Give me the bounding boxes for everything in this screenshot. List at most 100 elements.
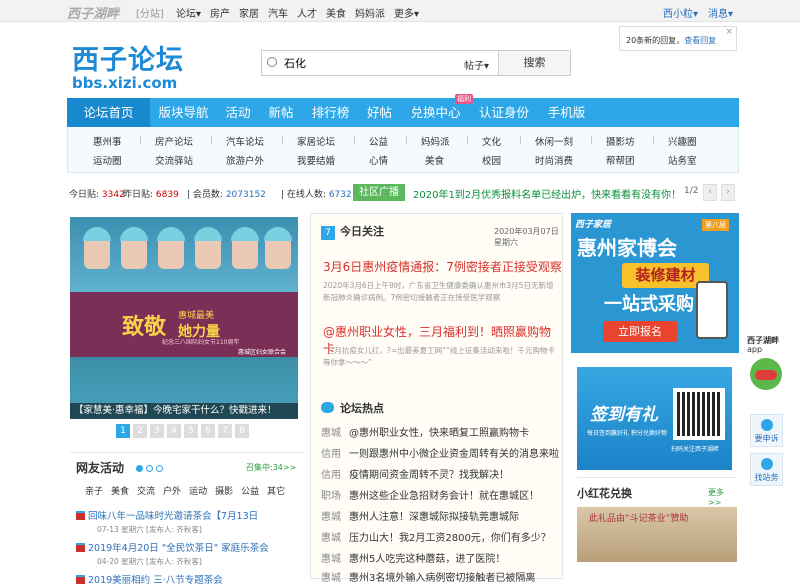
activities-dots[interactable] [136, 462, 166, 475]
today-label: 今日贴: [69, 190, 100, 200]
top-nav-food[interactable]: 美食 [326, 9, 346, 20]
activity-cat[interactable]: 运动 [189, 487, 207, 497]
top-nav-forum[interactable]: 论坛▾ [176, 9, 201, 20]
sub-nav-item[interactable]: 摄影坊 [606, 134, 635, 148]
broadcast-text[interactable]: 2020年1到2月优秀报料名单已经出炉，快来看看有没有你！ [413, 186, 681, 201]
nav-activities[interactable]: 活动 [217, 98, 259, 127]
hot-topic-row[interactable]: 信用 疫情期间资金周转不灵？找我解决！ [321, 466, 509, 481]
top-nav-more[interactable]: 更多▾ [394, 9, 419, 20]
hot-topic-row[interactable]: 惠城 惠州人注意！深惠城际拟接轨莞惠城际 [321, 508, 519, 523]
sub-nav-item[interactable]: 运动圈 [93, 153, 122, 167]
sub-nav-item[interactable]: 惠州事 [93, 134, 122, 148]
nav-mobile[interactable]: 手机版 [538, 98, 595, 127]
expo-ad[interactable]: 西子家居 第八届 惠州家博会 装修建材 一站式采购 立即报名 [571, 213, 739, 353]
activity-cat[interactable]: 其它 [267, 487, 285, 497]
sub-nav-item[interactable]: 妈妈派 [421, 134, 450, 148]
sub-nav-item[interactable]: 休闲一刻 [535, 134, 573, 148]
hot-topic-row[interactable]: 惠城 压力山大！我2月工资2800元，你们有多少？ [321, 529, 551, 544]
close-icon[interactable]: × [725, 27, 733, 37]
gift-image[interactable]: 此礼品由“斗记茶业”赞助 [577, 507, 737, 562]
headline-1[interactable]: 3月6日惠州疫情通报：7例密接者正接受观察 [323, 258, 562, 275]
view-replies-link[interactable]: 查看回复 [684, 36, 716, 45]
app-label: 西子湖畔 [747, 336, 779, 345]
sub-nav-item[interactable]: 家居论坛 [297, 134, 335, 148]
nav-home[interactable]: 论坛首页 [67, 98, 150, 127]
banner-caption[interactable]: 【家慧美·惠幸福】今晚宅家干什么？快戳进来！ [70, 403, 298, 419]
pager-dot[interactable]: 1 [116, 424, 130, 438]
checkin-ad[interactable]: 签到有礼 每日签到赢好礼 积分兑换好物 扫码关注西子湖畔 [577, 367, 732, 470]
activity-cat[interactable]: 户外 [163, 487, 181, 497]
site-logo[interactable]: 西子湖畔 [67, 3, 119, 22]
activity-item[interactable]: 2019年4月20日 "全民饮茶日" 家庭乐茶会 [76, 540, 269, 554]
sub-nav-item[interactable]: 文化 [482, 134, 501, 148]
search-input[interactable] [284, 54, 454, 72]
pager-dot[interactable]: 2 [133, 424, 147, 438]
hot-topic-row[interactable]: 惠城 惠州5人吃完这种蘑菇，进了医院！ [321, 550, 505, 565]
hot-topic-row[interactable]: 职场 惠州这些企业急招财务会计！就在惠城区！ [321, 487, 539, 502]
sub-nav-item[interactable]: 美食 [425, 153, 444, 167]
sub-nav-item[interactable]: 校园 [482, 153, 501, 167]
headline-2-summary: “三月抗疫女儿红，?=出最美夏工网”“线上征集活动来啦！千元购物卡等你拿～～～” [323, 346, 555, 367]
members-count: 2073152 [225, 190, 266, 200]
activity-item[interactable]: 回味八年一品味时光邀请茶会【7月13日 [76, 508, 258, 522]
banner-org: 惠城区妇女联合会 [238, 349, 287, 356]
appeal-button[interactable]: 要申诉 [750, 414, 783, 447]
search-button[interactable]: 搜索 [498, 50, 571, 76]
sub-nav-item[interactable]: 旅游户外 [226, 153, 264, 167]
activity-cat[interactable]: 亲子 [85, 487, 103, 497]
nav-boards[interactable]: 版块导航 [150, 98, 217, 127]
banner-slider[interactable]: 致敬 惠城最美 她力量 纪念三八国际妇女节110周年 惠城区妇女联合会 【家慧美… [70, 217, 298, 419]
message-menu[interactable]: 消息▾ [708, 5, 733, 20]
substation-link[interactable]: [分站] [136, 5, 164, 20]
sub-nav-item[interactable]: 时尚消费 [535, 153, 573, 167]
sub-nav-item[interactable]: 交流驿站 [155, 153, 193, 167]
hot-topic-row[interactable]: 信用 一则跟惠州中小微企业资金周转有关的消息来啦 [321, 445, 559, 460]
user-menu[interactable]: 西小粒▾ [663, 5, 698, 20]
flower-exchange-more[interactable]: 更多>> [708, 487, 737, 507]
activities-more-link[interactable]: 召集中:34>> [246, 462, 296, 473]
nav-new[interactable]: 新帖 [259, 98, 303, 127]
hot-topic-row[interactable]: 惠城 @惠州职业女性，快来晒复工照赢购物卡 [321, 424, 529, 439]
prev-button[interactable]: ‹ [703, 184, 717, 201]
top-nav-home[interactable]: 家居 [239, 9, 259, 20]
hot-topic-text: 一则跟惠州中小微企业资金周转有关的消息来啦 [349, 449, 559, 460]
next-button[interactable]: › [721, 184, 735, 201]
pager-dot[interactable]: 6 [201, 424, 215, 438]
pager-dot[interactable]: 7 [218, 424, 232, 438]
sub-nav-item[interactable]: 房产论坛 [155, 134, 193, 148]
sub-nav-item[interactable]: 站务室 [668, 153, 697, 167]
hot-topic-tag: 惠城 [321, 512, 341, 523]
activity-cat[interactable]: 交流 [137, 487, 155, 497]
activity-item[interactable]: 2019美丽相约 三·八节专题茶会 [76, 572, 223, 586]
contact-admin-button[interactable]: 找站务 [750, 453, 783, 486]
activity-cat[interactable]: 公益 [241, 487, 259, 497]
hot-topic-row[interactable]: 惠城 惠州3名境外输入病例密切接触者已被隔离 [321, 569, 535, 584]
nav-verify[interactable]: 认证身份 [470, 98, 538, 127]
divider [354, 136, 355, 144]
nav-rank[interactable]: 排行榜 [303, 98, 358, 127]
activity-cat[interactable]: 美食 [111, 487, 129, 497]
sub-nav-item[interactable]: 兴趣圈 [668, 134, 697, 148]
top-nav-jobs[interactable]: 人才 [297, 9, 317, 20]
sub-nav-item[interactable]: 我要结婚 [297, 153, 335, 167]
search-type-select[interactable]: 帖子▾ [464, 57, 489, 72]
nav-good[interactable]: 好帖 [358, 98, 401, 127]
hot-topics-header: 论坛热点 [321, 400, 384, 416]
brand-logo[interactable]: 西子论坛 bbs.xizi.com [72, 38, 202, 92]
expo-signup-button[interactable]: 立即报名 [603, 321, 677, 342]
top-nav-car[interactable]: 汽车 [268, 9, 288, 20]
frog-mascot-icon[interactable] [750, 358, 782, 390]
hot-topics-title: 论坛热点 [340, 402, 384, 415]
sub-nav-item[interactable]: 心情 [369, 153, 388, 167]
sub-nav-item[interactable]: 公益 [369, 134, 388, 148]
top-nav-house[interactable]: 房产 [210, 9, 230, 20]
pager-dot[interactable]: 8 [235, 424, 249, 438]
banner-pager: 12345678 [116, 423, 252, 438]
pager-dot[interactable]: 5 [184, 424, 198, 438]
pager-dot[interactable]: 3 [150, 424, 164, 438]
pager-dot[interactable]: 4 [167, 424, 181, 438]
top-nav-mom[interactable]: 妈妈派 [355, 9, 385, 20]
sub-nav-item[interactable]: 汽车论坛 [226, 134, 264, 148]
sub-nav-item[interactable]: 帮帮团 [606, 153, 635, 167]
activity-cat[interactable]: 摄影 [215, 487, 233, 497]
